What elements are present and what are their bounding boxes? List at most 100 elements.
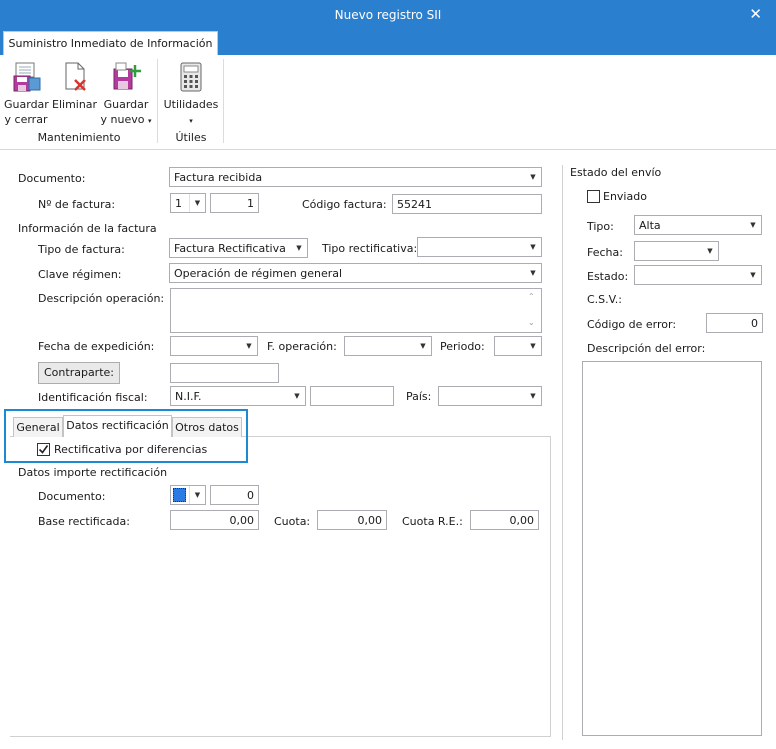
chevron-down-icon: ▼ (296, 244, 302, 252)
save-close-label-1: Guardar (4, 98, 49, 111)
nfactura-serie-value: 1 (175, 197, 182, 210)
contraparte-button[interactable]: Contraparte: (38, 362, 120, 384)
chevron-down-icon: ▼ (530, 243, 536, 251)
chevron-down-icon: ▼ (246, 342, 252, 350)
fecha-expedicion-label: Fecha de expedición: (38, 340, 155, 353)
fecha-expedicion-select[interactable]: ▼ (170, 336, 258, 356)
nfactura-number-input[interactable]: 1 (210, 193, 259, 213)
tipo-factura-value: Factura Rectificativa (174, 242, 286, 255)
rect-documento-select[interactable]: ▼ (170, 485, 206, 505)
documento-select[interactable]: Factura recibida ▼ (169, 167, 542, 187)
scroll-up-icon[interactable]: ⌃ (528, 292, 535, 301)
delete-button[interactable]: Eliminar (52, 61, 97, 112)
clave-regimen-label: Clave régimen: (38, 268, 122, 281)
nfactura-serie-select[interactable]: 1 ▼ (170, 193, 206, 213)
pais-label: País: (406, 390, 432, 403)
chevron-down-icon: ▼ (530, 342, 536, 350)
cuota-label: Cuota: (274, 515, 311, 528)
descripcion-error-label: Descripción del error: (587, 342, 706, 355)
utilities-button[interactable]: Utilidades ▾ (162, 61, 220, 129)
left-panel-border-right (550, 436, 551, 736)
save-close-button[interactable]: Guardar y cerrar (4, 61, 49, 127)
scroll-down-icon[interactable]: ⌄ (528, 318, 535, 327)
f-operacion-label: F. operación: (267, 340, 337, 353)
chevron-down-icon: ▼ (530, 269, 536, 277)
identificacion-type-select[interactable]: N.I.F. ▼ (170, 386, 306, 406)
csv-label: C.S.V.: (587, 293, 622, 306)
cuota-re-label: Cuota R.E.: (402, 515, 463, 528)
periodo-select[interactable]: ▼ (494, 336, 542, 356)
ribbon: Guardar y cerrar Eliminar Guardar y nuev… (0, 55, 776, 150)
chevron-down-icon: ▼ (420, 342, 426, 350)
left-panel-border-bottom (10, 736, 551, 737)
group-label-utiles: Útiles (175, 131, 207, 144)
rectificativa-diferencias-label: Rectificativa por diferencias (54, 443, 208, 456)
ribbon-separator (157, 59, 158, 143)
chevron-down-icon: ▼ (750, 271, 756, 279)
save-new-button[interactable]: Guardar y nuevo ▾ (98, 61, 154, 129)
chevron-down-icon: ▾ (189, 117, 193, 125)
f-operacion-select[interactable]: ▼ (344, 336, 432, 356)
checkmark-icon (38, 445, 49, 454)
document-icon (173, 488, 186, 502)
enviado-checkbox[interactable] (587, 190, 600, 203)
chevron-down-icon: ▼ (707, 247, 713, 255)
descripcion-operacion-label: Descripción operación: (38, 292, 165, 305)
tipo-envio-select[interactable]: Alta ▼ (634, 215, 762, 235)
cuota-input[interactable]: 0,00 (317, 510, 387, 530)
rect-documento-input[interactable]: 0 (210, 485, 259, 505)
identificacion-fiscal-label: Identificación fiscal: (38, 391, 148, 404)
calculator-icon (175, 61, 207, 93)
documento-label: Documento: (18, 172, 86, 185)
chevron-down-icon: ▼ (294, 392, 300, 400)
ribbon-tab-sii[interactable]: Suministro Inmediato de Información (3, 31, 218, 56)
pais-select[interactable]: ▼ (438, 386, 542, 406)
enviado-label: Enviado (603, 190, 647, 203)
tipo-envio-value: Alta (639, 219, 661, 232)
tipo-envio-label: Tipo: (587, 220, 614, 233)
identificacion-type-value: N.I.F. (175, 390, 202, 403)
save-new-label-1: Guardar (103, 98, 149, 111)
clave-regimen-value: Operación de régimen general (174, 267, 343, 280)
cuota-re-input[interactable]: 0,00 (470, 510, 539, 530)
clave-regimen-select[interactable]: Operación de régimen general ▼ (169, 263, 542, 283)
chevron-down-icon: ▾ (147, 117, 152, 125)
fecha-envio-label: Fecha: (587, 246, 623, 259)
save-new-label-2: y nuevo (100, 113, 145, 126)
save-close-label-2: y cerrar (4, 113, 48, 126)
tipo-factura-select[interactable]: Factura Rectificativa ▼ (169, 238, 308, 258)
tab-general[interactable]: General (13, 417, 63, 437)
title-bar: Nuevo registro SII ✕ (0, 0, 776, 31)
save-close-icon (10, 61, 42, 93)
codigo-factura-label: Código factura: (302, 198, 387, 211)
close-icon[interactable]: ✕ (749, 5, 762, 23)
estado-envio-title: Estado del envío (570, 166, 662, 179)
descripcion-operacion-textarea[interactable] (170, 288, 542, 333)
rectificativa-diferencias-checkbox[interactable] (37, 443, 50, 456)
codigo-error-input[interactable]: 0 (706, 313, 763, 333)
tab-datos-rectificacion[interactable]: Datos rectificación (63, 415, 172, 437)
contraparte-input[interactable] (170, 363, 279, 383)
descripcion-error-textarea[interactable] (582, 361, 762, 736)
estado-select[interactable]: ▼ (634, 265, 762, 285)
utilities-label: Utilidades (163, 98, 219, 111)
estado-label: Estado: (587, 270, 629, 283)
codigo-factura-input[interactable]: 55241 (392, 194, 542, 214)
window-title: Nuevo registro SII (334, 8, 442, 22)
nfactura-label: Nº de factura: (38, 198, 116, 211)
identificacion-number-input[interactable] (310, 386, 394, 406)
tab-otros-datos[interactable]: Otros datos (172, 417, 242, 437)
chevron-down-icon: ▼ (530, 173, 536, 181)
delete-document-icon (58, 61, 90, 93)
chevron-down-icon: ▼ (750, 221, 756, 229)
tipo-rectificativa-label: Tipo rectificativa: (322, 242, 418, 255)
fecha-envio-select[interactable]: ▼ (634, 241, 719, 261)
tipo-rectificativa-select[interactable]: ▼ (417, 237, 542, 257)
rect-documento-label: Documento: (38, 490, 106, 503)
codigo-error-label: Código de error: (587, 318, 677, 331)
importe-section-title: Datos importe rectificación (18, 466, 168, 479)
tipo-factura-label: Tipo de factura: (38, 243, 125, 256)
base-rectificada-label: Base rectificada: (38, 515, 130, 528)
chevron-down-icon: ▼ (189, 486, 205, 504)
base-rectificada-input[interactable]: 0,00 (170, 510, 259, 530)
